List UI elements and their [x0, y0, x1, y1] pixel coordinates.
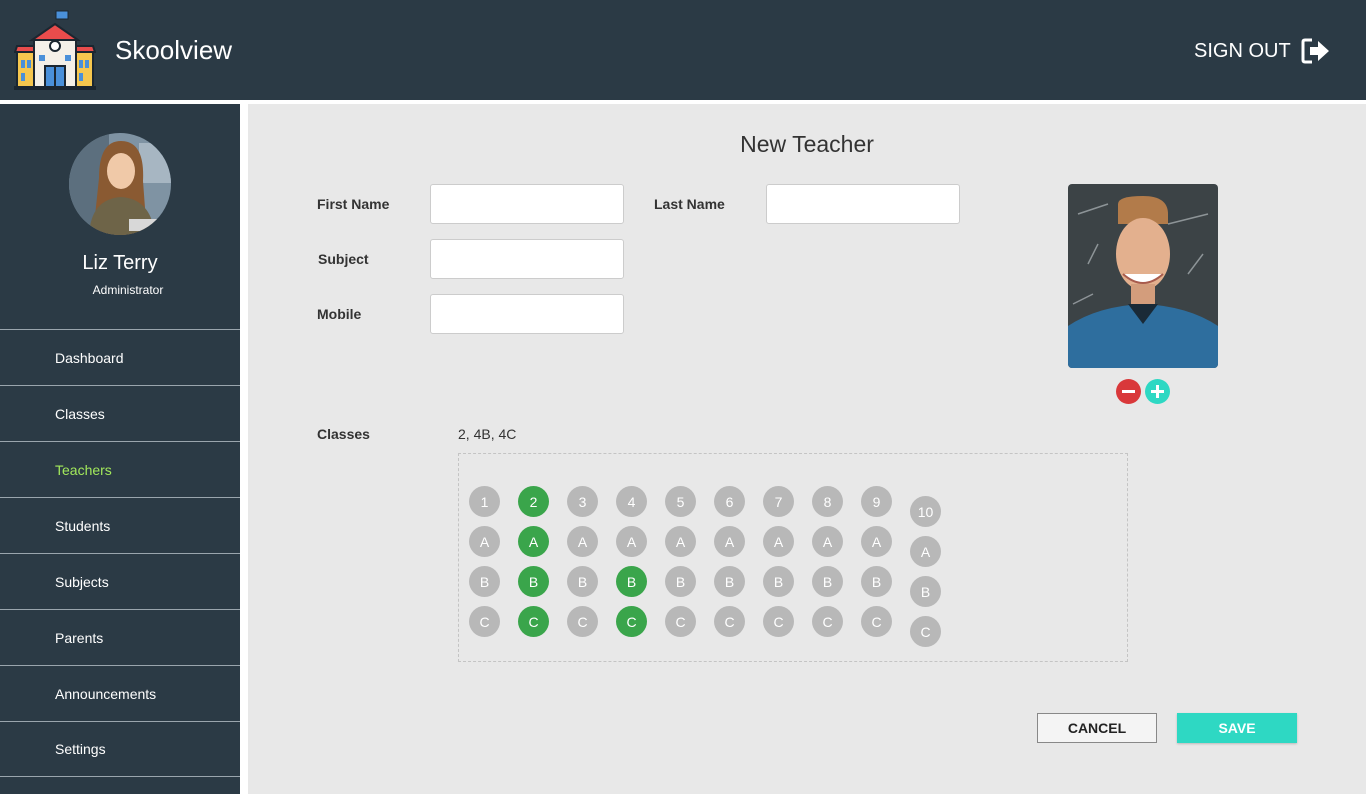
- class-chip-1A[interactable]: A: [469, 526, 500, 557]
- class-chip-3B[interactable]: B: [567, 566, 598, 597]
- avatar[interactable]: [69, 133, 171, 235]
- class-chip-9B[interactable]: B: [861, 566, 892, 597]
- sidebar-item-settings[interactable]: Settings: [0, 721, 240, 777]
- sidebar-item-students[interactable]: Students: [0, 497, 240, 553]
- class-chip-grade-9[interactable]: 9: [861, 486, 892, 517]
- class-chip-9A[interactable]: A: [861, 526, 892, 557]
- class-chip-8B[interactable]: B: [812, 566, 843, 597]
- mobile-label: Mobile: [317, 306, 362, 322]
- last-name-field[interactable]: [766, 184, 960, 224]
- user-name: Liz Terry: [82, 252, 158, 274]
- class-chip-6C[interactable]: C: [714, 606, 745, 637]
- class-chip-grade-1[interactable]: 1: [469, 486, 500, 517]
- class-chip-grade-4[interactable]: 4: [616, 486, 647, 517]
- class-chip-7B[interactable]: B: [763, 566, 794, 597]
- user-role: Administrator: [92, 283, 164, 297]
- school-building-icon[interactable]: [14, 10, 96, 90]
- class-chip-9C[interactable]: C: [861, 606, 892, 637]
- class-chip-1B[interactable]: B: [469, 566, 500, 597]
- classes-label: Classes: [317, 426, 370, 442]
- sidebar-item-announcements[interactable]: Announcements: [0, 665, 240, 721]
- class-chip-4B[interactable]: B: [616, 566, 647, 597]
- class-chip-8C[interactable]: C: [812, 606, 843, 637]
- sign-out-icon: [1301, 38, 1329, 64]
- first-name-field[interactable]: [430, 184, 624, 224]
- class-chip-2B[interactable]: B: [518, 566, 549, 597]
- class-chip-grade-7[interactable]: 7: [763, 486, 794, 517]
- class-chip-5C[interactable]: C: [665, 606, 696, 637]
- first-name-label: First Name: [317, 196, 390, 212]
- subject-label: Subject: [318, 251, 369, 267]
- class-chip-5B[interactable]: B: [665, 566, 696, 597]
- add-photo-button[interactable]: [1145, 379, 1170, 404]
- main-content: New Teacher First Name Last Name Subject…: [248, 104, 1366, 794]
- class-chip-3C[interactable]: C: [567, 606, 598, 637]
- class-chip-2C[interactable]: C: [518, 606, 549, 637]
- sidebar-item-subjects[interactable]: Subjects: [0, 553, 240, 609]
- sidebar-item-teachers[interactable]: Teachers: [0, 441, 240, 497]
- app-header: Skoolview SIGN OUT: [0, 0, 1366, 100]
- class-chip-grade-10[interactable]: 10: [910, 496, 941, 527]
- class-chip-6A[interactable]: A: [714, 526, 745, 557]
- sidebar-item-dashboard[interactable]: Dashboard: [0, 329, 240, 385]
- class-chip-7A[interactable]: A: [763, 526, 794, 557]
- selected-classes-value: 2, 4B, 4C: [458, 426, 517, 442]
- sign-out-button[interactable]: SIGN OUT: [1194, 37, 1331, 65]
- sidebar-nav: Dashboard Classes Teachers Students Subj…: [0, 329, 240, 777]
- remove-photo-button[interactable]: [1116, 379, 1141, 404]
- class-chip-10A[interactable]: A: [910, 536, 941, 567]
- class-chip-4A[interactable]: A: [616, 526, 647, 557]
- class-chip-1C[interactable]: C: [469, 606, 500, 637]
- sign-out-label: SIGN OUT: [1194, 39, 1291, 62]
- class-chip-grade-2[interactable]: 2: [518, 486, 549, 517]
- mobile-field[interactable]: [430, 294, 624, 334]
- subject-field[interactable]: [430, 239, 624, 279]
- last-name-label: Last Name: [654, 196, 725, 212]
- class-chip-grade-6[interactable]: 6: [714, 486, 745, 517]
- class-chip-8A[interactable]: A: [812, 526, 843, 557]
- class-chip-grade-5[interactable]: 5: [665, 486, 696, 517]
- class-chip-7C[interactable]: C: [763, 606, 794, 637]
- page-title: New Teacher: [740, 131, 874, 157]
- class-chip-3A[interactable]: A: [567, 526, 598, 557]
- class-chip-grade-3[interactable]: 3: [567, 486, 598, 517]
- class-chip-grade-8[interactable]: 8: [812, 486, 843, 517]
- class-chip-10C[interactable]: C: [910, 616, 941, 647]
- sidebar-item-classes[interactable]: Classes: [0, 385, 240, 441]
- cancel-button[interactable]: CANCEL: [1037, 713, 1157, 743]
- sidebar: Liz Terry Administrator Dashboard Classe…: [0, 104, 240, 794]
- class-chip-5A[interactable]: A: [665, 526, 696, 557]
- class-picker: 1 A B C 2 A B C 3 A B C 4 A B C 5 A B C 6 A B C 7 A B C 8 A B C 9 A B C 10 A B…: [458, 453, 1128, 662]
- save-button[interactable]: SAVE: [1177, 713, 1297, 743]
- sidebar-item-parents[interactable]: Parents: [0, 609, 240, 665]
- class-chip-10B[interactable]: B: [910, 576, 941, 607]
- app-title: Skoolview: [115, 35, 233, 65]
- class-chip-4C[interactable]: C: [616, 606, 647, 637]
- class-chip-6B[interactable]: B: [714, 566, 745, 597]
- class-chip-2A[interactable]: A: [518, 526, 549, 557]
- teacher-photo: [1068, 184, 1218, 368]
